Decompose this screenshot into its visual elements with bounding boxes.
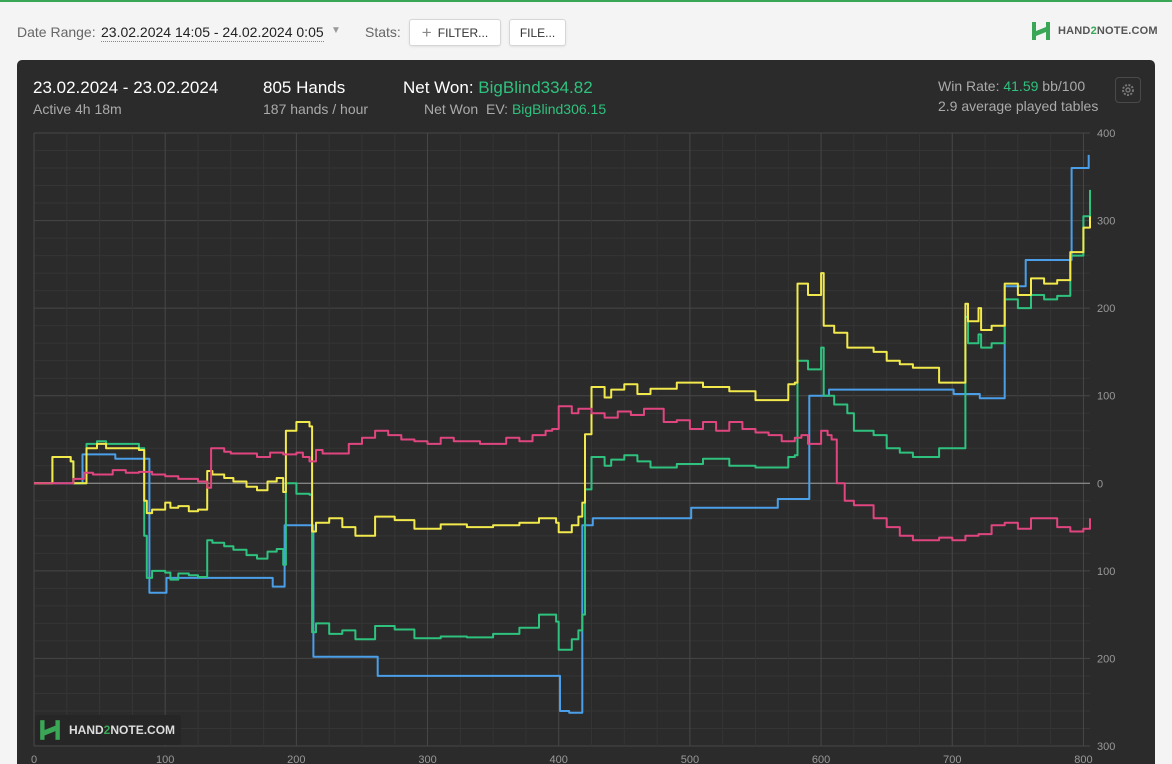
y-tick-label: 200: [1097, 303, 1115, 315]
watermark-brand-name: HAND2NOTE.COM: [69, 723, 176, 737]
x-tick-label: 700: [943, 754, 961, 764]
x-tick-label: 100: [156, 754, 174, 764]
x-tick-label: 400: [550, 754, 568, 764]
x-tick-label: 300: [418, 754, 436, 764]
x-tick-label: 0: [31, 754, 37, 764]
y-tick-label: 200: [1097, 653, 1115, 665]
y-tick-label: 300: [1097, 216, 1115, 228]
series-line-green: [34, 189, 1091, 651]
x-tick-label: 200: [287, 754, 305, 764]
series-line-yellow: [34, 216, 1091, 537]
chart-grid: [33, 132, 1090, 747]
x-tick-label: 500: [681, 754, 699, 764]
y-tick-label: 100: [1097, 566, 1115, 578]
hand2note-watermark-icon: [40, 720, 60, 740]
chart-watermark-logo: HAND2NOTE.COM: [35, 715, 182, 745]
y-tick-label: 300: [1097, 741, 1115, 753]
y-tick-label: 0: [1097, 478, 1103, 490]
series-line-pink: [34, 405, 1091, 542]
y-tick-label: 400: [1097, 128, 1115, 140]
y-tick-label: 100: [1097, 391, 1115, 403]
x-tick-label: 600: [812, 754, 830, 764]
x-tick-label: 800: [1074, 754, 1092, 764]
bankroll-line-chart: 0 100 200 300 400 500 600 700 800 400 300 200 100 0 10…: [31, 128, 1115, 764]
